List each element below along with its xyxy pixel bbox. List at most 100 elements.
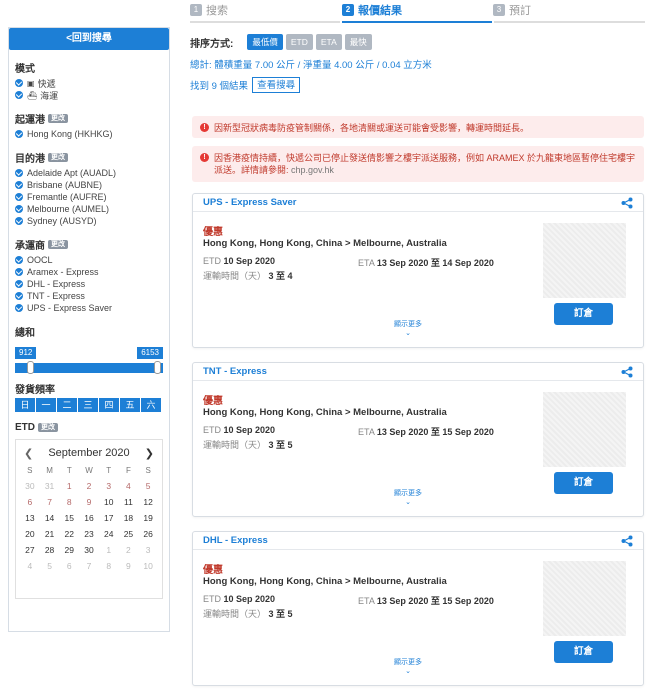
- carrier-option[interactable]: OOCL: [15, 254, 163, 266]
- calendar-day[interactable]: 20: [20, 529, 40, 539]
- calendar-weekday: F: [125, 466, 131, 475]
- etd-calendar: ❮ September 2020 ❯ S M T W T F S 30 31 1 2 3 4 5 6 7 8 9 1…: [15, 439, 163, 599]
- calendar-month: September 2020: [48, 447, 130, 459]
- chevron-left-icon[interactable]: ❮: [24, 447, 33, 460]
- slider-min-handle[interactable]: [27, 361, 34, 374]
- calendar-day[interactable]: 24: [99, 529, 119, 539]
- carrier-label: DHL - Express: [27, 279, 86, 289]
- total-range-slider[interactable]: 912 6153: [15, 347, 163, 379]
- destination-option[interactable]: Fremantle (AUFRE): [15, 191, 163, 203]
- calendar-day[interactable]: 19: [138, 513, 158, 523]
- result-card: DHL - Express 優惠 Hong Kong, Hong Kong, C…: [192, 531, 644, 686]
- calendar-day[interactable]: 14: [40, 513, 60, 523]
- day-toggle-sat[interactable]: 六: [141, 398, 161, 412]
- carrier-option[interactable]: TNT - Express: [15, 290, 163, 302]
- destination-option[interactable]: Adelaide Apt (AUADL): [15, 167, 163, 179]
- calendar-day[interactable]: 13: [20, 513, 40, 523]
- calendar-day[interactable]: 27: [20, 545, 40, 555]
- chevron-right-icon[interactable]: ❯: [145, 447, 154, 460]
- carrier-image: [543, 392, 626, 467]
- destination-label: Brisbane (AUBNE): [27, 180, 103, 190]
- sort-cheapest-button[interactable]: 最低價: [247, 34, 283, 50]
- day-toggle-thu[interactable]: 四: [99, 398, 119, 412]
- alert-text: 因香港疫情持續，快遞公司已停止發送倩影響之樓宇派送服務，例如 ARAMEX 於九…: [214, 153, 636, 175]
- share-icon[interactable]: [621, 197, 633, 209]
- book-button[interactable]: 訂倉: [554, 472, 613, 494]
- calendar-day[interactable]: 22: [59, 529, 79, 539]
- checked-icon: [15, 91, 23, 99]
- progress-steps: 1 搜索 2 報價結果 3 預訂: [190, 0, 645, 23]
- origin-option[interactable]: Hong Kong (HKHKG): [15, 128, 163, 140]
- calendar-weekday: S: [27, 466, 33, 475]
- etd-change-tag[interactable]: 更改: [38, 423, 58, 432]
- etd-label: ETD: [203, 256, 221, 266]
- book-button[interactable]: 訂倉: [554, 303, 613, 325]
- carrier-option[interactable]: Aramex - Express: [15, 266, 163, 278]
- share-icon[interactable]: [621, 366, 633, 378]
- calendar-day: 2: [126, 545, 131, 555]
- destination-change-tag[interactable]: 更改: [48, 153, 68, 162]
- total-title: 總和: [15, 328, 35, 339]
- sort-eta-button[interactable]: ETA: [315, 34, 342, 50]
- calendar-day[interactable]: 17: [99, 513, 119, 523]
- checked-icon: [15, 217, 23, 225]
- sort-fastest-button[interactable]: 最快: [344, 34, 372, 50]
- back-to-search-button[interactable]: <回到搜尋: [9, 28, 169, 50]
- route: Hong Kong, Hong Kong, China > Melbourne,…: [203, 407, 447, 418]
- destination-option[interactable]: Melbourne (AUMEL): [15, 203, 163, 215]
- calendar-day[interactable]: 26: [138, 529, 158, 539]
- calendar-day[interactable]: 15: [59, 513, 79, 523]
- checked-icon: [15, 193, 23, 201]
- calendar-day[interactable]: 23: [79, 529, 99, 539]
- calendar-day[interactable]: 28: [40, 545, 60, 555]
- show-more-button[interactable]: 顯示更多 ⌄: [393, 658, 423, 676]
- destination-option[interactable]: Brisbane (AUBNE): [15, 179, 163, 191]
- step-label: 預訂: [509, 5, 531, 17]
- calendar-weekday: S: [145, 466, 151, 475]
- day-toggle-fri[interactable]: 五: [120, 398, 140, 412]
- calendar-day[interactable]: 25: [119, 529, 139, 539]
- calendar-day[interactable]: 11: [119, 497, 139, 507]
- day-selector: 日 一 二 三 四 五 六: [15, 398, 163, 412]
- calendar-day[interactable]: 30: [79, 545, 99, 555]
- calendar-day[interactable]: 10: [99, 497, 119, 507]
- calendar-day[interactable]: 18: [119, 513, 139, 523]
- day-toggle-wed[interactable]: 三: [78, 398, 98, 412]
- book-button[interactable]: 訂倉: [554, 641, 613, 663]
- mode-option-sea[interactable]: ⛴ 海運: [15, 89, 163, 101]
- calendar-weekday: W: [85, 466, 93, 475]
- checked-icon: [15, 292, 23, 300]
- sort-etd-button[interactable]: ETD: [285, 34, 313, 50]
- destination-option[interactable]: Sydney (AUSYD): [15, 215, 163, 227]
- carrier-change-tag[interactable]: 更改: [48, 240, 68, 249]
- calendar-day: 8: [66, 497, 72, 507]
- alert-covid-customs: ! 因新型冠狀病毒防疫管制關係，各地清關或運送可能會受影響，轉運時間延長。: [192, 116, 644, 138]
- mode-option-express[interactable]: ▣ 快遞: [15, 77, 163, 89]
- checked-icon: [15, 256, 23, 264]
- calendar-day[interactable]: 29: [59, 545, 79, 555]
- chp-link[interactable]: chp.gov.hk: [291, 165, 334, 175]
- frequency-title: 發貨頻率: [15, 385, 55, 396]
- carrier-option[interactable]: UPS - Express Saver: [15, 302, 163, 314]
- day-toggle-tue[interactable]: 二: [57, 398, 77, 412]
- share-icon[interactable]: [621, 535, 633, 547]
- calendar-day[interactable]: 21: [40, 529, 60, 539]
- calendar-day: 6: [66, 561, 72, 571]
- show-more-button[interactable]: 顯示更多 ⌄: [393, 320, 423, 338]
- promo-label: 優惠: [203, 227, 223, 238]
- show-more-button[interactable]: 顯示更多 ⌄: [393, 489, 423, 507]
- calendar-day[interactable]: 16: [79, 513, 99, 523]
- result-card: TNT - Express 優惠 Hong Kong, Hong Kong, C…: [192, 362, 644, 517]
- calendar-weekday: T: [66, 466, 72, 475]
- transit-value: 3 至 5: [268, 440, 293, 450]
- carrier-option[interactable]: DHL - Express: [15, 278, 163, 290]
- origin-change-tag[interactable]: 更改: [48, 114, 68, 123]
- calendar-day[interactable]: 12: [138, 497, 158, 507]
- slider-track: [15, 363, 163, 373]
- calendar-day: 7: [47, 497, 52, 507]
- view-search-button[interactable]: 查看搜尋: [252, 77, 301, 93]
- slider-max-handle[interactable]: [154, 361, 161, 374]
- step-search[interactable]: 1 搜索: [190, 0, 228, 20]
- day-toggle-sun[interactable]: 日: [15, 398, 35, 412]
- day-toggle-mon[interactable]: 一: [36, 398, 56, 412]
